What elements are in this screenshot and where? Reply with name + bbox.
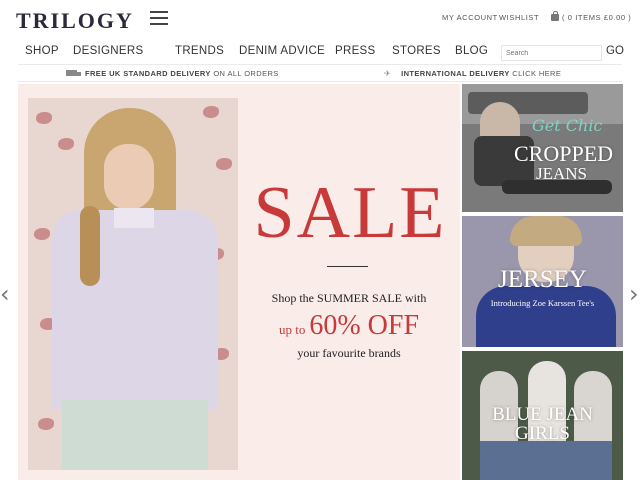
- sale-line-3: your favourite brands: [297, 346, 401, 360]
- nav-item-press[interactable]: PRESS: [335, 45, 376, 57]
- intl-delivery-title: INTERNATIONAL DELIVERY: [401, 69, 510, 78]
- hero-model-image: [28, 98, 238, 470]
- uk-delivery-link[interactable]: FREE UK STANDARD DELIVERY ON ALL ORDERS: [66, 69, 279, 78]
- hero-sale-banner[interactable]: SALE Shop the SUMMER SALE with up to 60%…: [18, 84, 460, 480]
- nav-item-stores[interactable]: STORES: [392, 45, 441, 57]
- bag-icon: [551, 11, 559, 21]
- truck-icon: [66, 70, 81, 76]
- menu-icon[interactable]: [150, 11, 168, 27]
- nav-item-blog[interactable]: BLOG: [455, 45, 488, 57]
- promo-title-line-1: BLUE JEAN: [492, 404, 593, 425]
- shopping-bag[interactable]: ( 0 ITEMS £0.00 ): [551, 11, 632, 22]
- delivery-bar: FREE UK STANDARD DELIVERY ON ALL ORDERS …: [18, 64, 622, 82]
- uk-delivery-title: FREE UK STANDARD DELIVERY: [85, 69, 211, 78]
- sale-upto: up to: [278, 322, 306, 337]
- promo-blue-jean-girls[interactable]: BLUE JEAN GIRLS: [462, 351, 623, 480]
- promo-title-line-1: CROPPED: [514, 141, 614, 166]
- bag-summary: ( 0 ITEMS £0.00 ): [562, 13, 632, 22]
- promo-title-line-2: JEANS: [536, 164, 588, 183]
- nav-item-trends[interactable]: TRENDS: [175, 45, 224, 57]
- nav-item-shop[interactable]: SHOP: [25, 45, 59, 57]
- international-delivery-link[interactable]: ✈ INTERNATIONAL DELIVERY CLICK HERE: [384, 69, 561, 78]
- promo-jersey[interactable]: JERSEY Introducing Zoe Karssen Tee's: [462, 216, 623, 347]
- sale-discount: up to 60% OFF: [250, 310, 448, 342]
- plane-icon: ✈: [384, 69, 392, 78]
- promo-subtitle: Introducing Zoe Karssen Tee's: [490, 298, 595, 308]
- search-go-button[interactable]: GO: [606, 45, 624, 57]
- search-input[interactable]: [501, 45, 602, 61]
- nav-item-designers[interactable]: DESIGNERS: [73, 45, 143, 57]
- nav-item-denim-advice[interactable]: DENIM ADVICE: [239, 45, 325, 57]
- sale-percent: 60% OFF: [309, 310, 420, 341]
- uk-delivery-detail: ON ALL ORDERS: [213, 69, 279, 78]
- my-account-link[interactable]: MY ACCOUNT: [442, 13, 498, 22]
- carousel-next-icon[interactable]: ›: [629, 282, 639, 306]
- sale-line-1: Shop the SUMMER SALE with: [271, 291, 427, 305]
- sale-headline: SALE: [253, 172, 447, 254]
- promo-script-text: Get Chic: [532, 116, 603, 135]
- intl-delivery-detail: CLICK HERE: [512, 69, 562, 78]
- carousel-prev-icon[interactable]: ‹: [0, 282, 10, 306]
- promo-title-line-2: GIRLS: [515, 423, 570, 444]
- promo-cropped-jeans[interactable]: Get Chic CROPPED JEANS: [462, 84, 623, 212]
- wishlist-link[interactable]: WISHLIST: [499, 13, 539, 22]
- divider: [327, 266, 368, 267]
- promo-title: JERSEY: [498, 266, 587, 293]
- site-logo[interactable]: TRILOGY: [16, 8, 134, 34]
